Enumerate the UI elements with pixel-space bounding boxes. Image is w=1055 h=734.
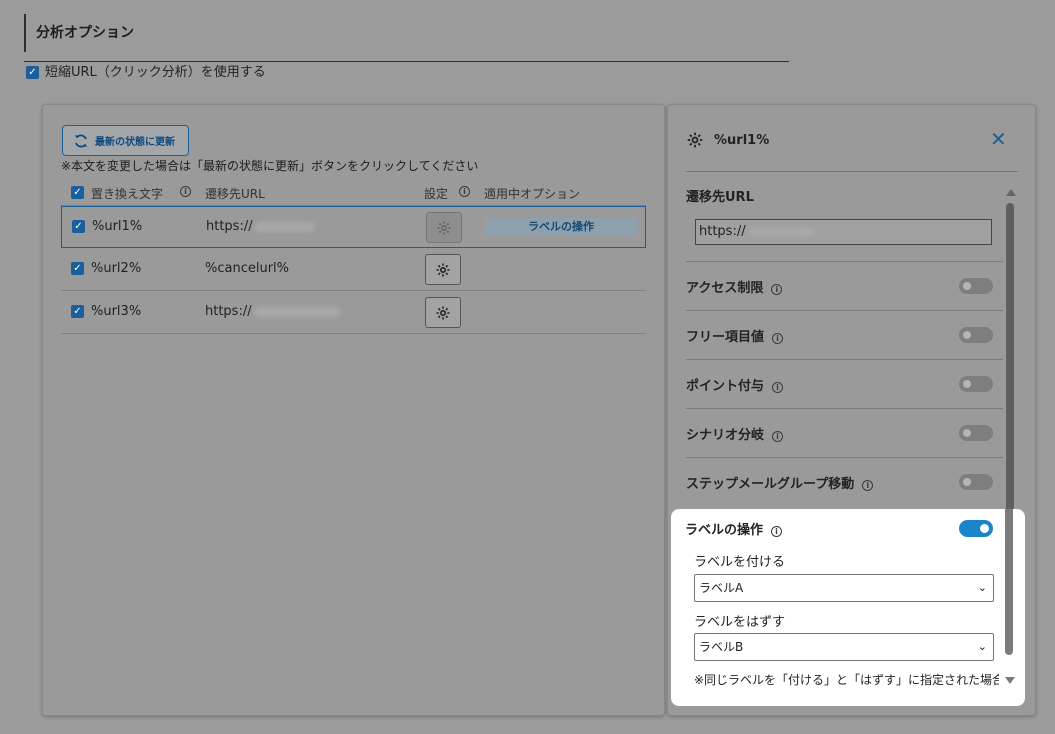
chevron-down-icon: ⌄ [977, 640, 987, 653]
col-var: 置き換え文字 [91, 187, 164, 201]
info-icon[interactable]: i [772, 431, 784, 442]
col-options: 適用中オプション [484, 187, 581, 201]
col-dest: 遷移先URL [205, 187, 265, 201]
row-url: https:// [205, 304, 340, 319]
select-all-checkbox[interactable]: ✓ [71, 186, 84, 199]
toggle-switch-on[interactable] [959, 520, 993, 537]
section-title: 分析オプション [24, 14, 134, 52]
remove-label-select[interactable]: ラベルB ⌄ [694, 633, 994, 661]
option-step-mail-group: ステップメールグループ移動 i [686, 457, 1003, 506]
row-var: %url2% [91, 261, 142, 276]
row-var: %url3% [91, 304, 142, 319]
option-label: ポイント付与 [686, 379, 765, 394]
panel-header: %url1% [686, 131, 769, 149]
gear-icon [436, 306, 450, 319]
gear-icon [436, 263, 450, 276]
toggle-switch[interactable] [959, 425, 993, 441]
refresh-button[interactable]: 最新の状態に更新 [62, 125, 189, 156]
refresh-label: 最新の状態に更新 [95, 137, 175, 148]
table-row[interactable]: ✓ %url3% https:// [61, 292, 646, 334]
option-label: ラベルの操作 [685, 523, 764, 538]
row-checkbox[interactable]: ✓ [71, 262, 84, 275]
row-url-text: https:// [205, 304, 252, 319]
dest-url-input[interactable]: https:// [695, 219, 992, 245]
table-row[interactable]: ✓ %url2% %cancelurl% [61, 249, 646, 291]
settings-button[interactable] [425, 254, 461, 285]
info-icon[interactable]: i [771, 284, 783, 295]
row-url: %cancelurl% [205, 261, 290, 276]
dest-url-value: https:// [699, 224, 746, 239]
remove-label-value: ラベルB [699, 640, 744, 654]
option-label: ステップメールグループ移動 [686, 477, 855, 492]
toggle-switch[interactable] [959, 278, 993, 294]
option-points: ポイント付与 i [686, 359, 1003, 408]
chevron-down-icon: ⌄ [977, 581, 987, 594]
option-scenario-branch: シナリオ分岐 i [686, 408, 1003, 457]
option-label: アクセス制限 [686, 281, 764, 296]
gear-icon [437, 221, 451, 234]
info-icon[interactable]: i [771, 526, 783, 537]
col-settings: 設定 [424, 187, 449, 201]
blurred-text [747, 226, 814, 237]
row-checkbox[interactable]: ✓ [71, 305, 84, 318]
table-row[interactable]: ✓ %url1% https:// ラベルの操作 [61, 206, 646, 248]
row-url-text: https:// [206, 219, 253, 234]
option-tag: ラベルの操作 [485, 218, 637, 236]
option-label: フリー項目値 [686, 330, 765, 345]
info-icon[interactable]: i [862, 480, 874, 491]
blurred-text [253, 306, 340, 317]
add-label-select[interactable]: ラベルA ⌄ [694, 574, 994, 602]
row-var: %url1% [92, 219, 143, 234]
short-url-checkbox[interactable]: ✓ [26, 66, 39, 79]
short-url-option[interactable]: ✓ 短縮URL（クリック分析）を使用する [26, 64, 266, 82]
add-label-value: ラベルA [699, 581, 744, 595]
scrollbar-thumb[interactable] [1005, 509, 1013, 655]
title-divider [24, 61, 789, 62]
info-icon[interactable]: i [772, 333, 784, 344]
info-icon[interactable]: i [180, 186, 191, 197]
toggle-switch[interactable] [959, 376, 993, 392]
label-operation-card: ラベルの操作 i ラベルを付ける ラベルA ⌄ ラベルをはずす ラベルB ⌄ ※同… [671, 509, 1025, 706]
scroll-up-arrow[interactable] [1006, 189, 1016, 196]
label-note: ※同じラベルを「付ける」と「はずす」に指定された場合 [694, 673, 999, 687]
scroll-down-arrow[interactable] [1005, 677, 1015, 684]
panel-divider [686, 171, 1018, 172]
info-icon[interactable]: i [459, 186, 470, 197]
blurred-text [254, 221, 315, 232]
remove-label-title: ラベルをはずす [694, 615, 786, 630]
dest-url-label: 遷移先URL [686, 190, 754, 205]
toggle-switch[interactable] [959, 327, 993, 343]
toggle-switch[interactable] [959, 474, 993, 490]
settings-button[interactable] [425, 297, 461, 328]
option-label: シナリオ分岐 [686, 428, 765, 443]
option-access-limit: アクセス制限 i [686, 261, 1003, 310]
url-list-panel: 最新の状態に更新 ※本文を変更した場合は「最新の状態に更新」ボタンをクリックして… [42, 104, 665, 716]
settings-button[interactable] [426, 212, 462, 243]
refresh-icon [75, 134, 87, 147]
option-free-field: フリー項目値 i [686, 310, 1003, 359]
row-checkbox[interactable]: ✓ [72, 220, 85, 233]
gear-icon [687, 132, 703, 148]
panel-title: %url1% [714, 132, 770, 148]
add-label-title: ラベルを付ける [694, 555, 786, 570]
row-url: https:// [206, 219, 315, 234]
short-url-label: 短縮URL（クリック分析）を使用する [45, 65, 266, 80]
close-icon[interactable]: ✕ [990, 129, 1007, 149]
table-header: ✓ 置き換え文字 i 遷移先URL 設定 i 適用中オプション [61, 178, 646, 206]
info-icon[interactable]: i [772, 382, 784, 393]
refresh-note: ※本文を変更した場合は「最新の状態に更新」ボタンをクリックしてください [61, 159, 479, 173]
